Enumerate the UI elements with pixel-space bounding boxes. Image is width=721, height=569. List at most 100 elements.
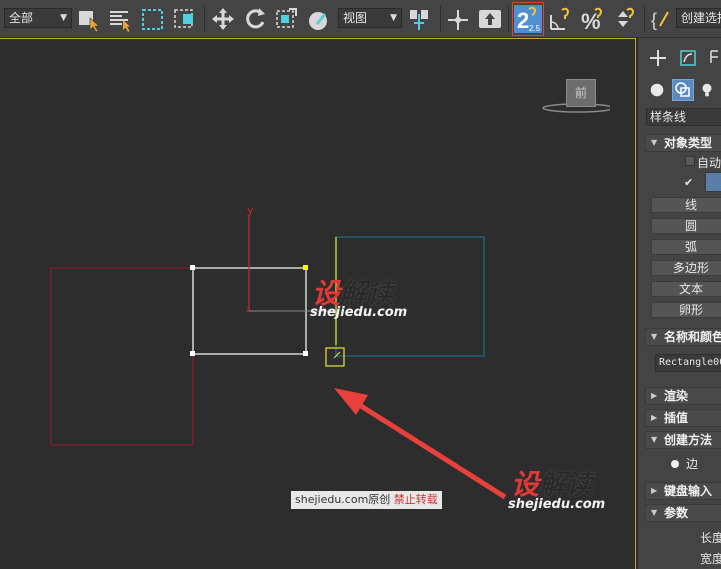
toolbar-separator: [508, 6, 509, 32]
rollout-expand-icon: ▶: [651, 413, 658, 422]
vertex-handle[interactable]: [303, 351, 308, 356]
rendering-title: 渲染: [664, 389, 689, 403]
manipulate-icon: [448, 10, 468, 30]
parameters-rollout[interactable]: ▼ 参数: [645, 504, 721, 522]
spinner-snap-button[interactable]: [610, 4, 638, 34]
text-button[interactable]: 文本: [651, 281, 721, 297]
rendering-rollout[interactable]: ▶ 渲染: [645, 387, 721, 405]
angle-snap-button[interactable]: [547, 4, 575, 34]
place-icon: [309, 12, 327, 30]
select-object-button[interactable]: [75, 4, 103, 34]
percent-snap-button[interactable]: %: [579, 4, 607, 34]
shapes-category-button[interactable]: [672, 79, 694, 101]
reference-coordinate-dropdown[interactable]: 视图 ▼: [338, 8, 402, 28]
rect-selection-icon: [142, 9, 163, 30]
viewcube-front-face[interactable]: 前: [566, 79, 596, 107]
shapes-icon: [675, 82, 690, 97]
interpolation-title: 插值: [664, 411, 689, 425]
window-crossing-icon: [174, 9, 193, 28]
window-crossing-button[interactable]: [171, 4, 199, 34]
auto-grid-label: 自动栅格: [697, 156, 721, 170]
toolbar-separator: [440, 6, 441, 32]
front-viewport[interactable]: y z 前 设解读 shejiedu.com 设解读 shejiedu.com: [0, 38, 636, 569]
snap-marker-tick: [333, 351, 341, 359]
toolbar-separator: [644, 6, 645, 32]
rollout-expand-icon: ▶: [651, 391, 658, 400]
svg-text:{: {: [651, 10, 657, 30]
scale-icon: [276, 8, 297, 28]
keyboard-override-icon: [479, 10, 501, 28]
angle-snap-icon: [550, 7, 570, 30]
egg-button[interactable]: 卵形: [651, 302, 721, 318]
geometry-sphere-icon[interactable]: [648, 81, 666, 99]
viewcube[interactable]: 前: [540, 77, 610, 113]
object-type-title: 对象类型: [664, 136, 713, 150]
creation-method-rollout[interactable]: ▼ 创建方法: [645, 431, 721, 449]
line-button[interactable]: 线: [651, 197, 721, 213]
object-type-rollout[interactable]: ▼ 对象类型: [645, 134, 721, 152]
name-and-color-rollout[interactable]: ▼ 名称和颜色: [645, 328, 721, 346]
move-icon: [212, 8, 234, 30]
auto-grid-checkbox[interactable]: [685, 156, 695, 166]
red-rectangle-shape[interactable]: [50, 267, 194, 446]
keyboard-entry-title: 键盘输入: [664, 484, 713, 498]
select-by-name-button[interactable]: [106, 4, 134, 34]
edit-named-selection-button[interactable]: {: [648, 4, 676, 34]
lights-bulb-icon[interactable]: [698, 81, 716, 99]
first-vertex-handle[interactable]: [303, 265, 308, 270]
shape-category-dropdown[interactable]: 样条线: [646, 108, 721, 126]
watermark-url: shejiedu.com: [310, 305, 408, 320]
interpolation-rollout[interactable]: ▶ 插值: [645, 409, 721, 427]
rotate-icon: [246, 8, 265, 29]
create-selection-set-text: 创建选择集: [681, 11, 721, 25]
gizmo-y-label: y: [247, 204, 254, 217]
annotation-arrow-shaft: [348, 396, 507, 500]
rollout-expand-icon: ▶: [651, 486, 658, 495]
snaps-toggle-button[interactable]: 2 2.5: [512, 2, 544, 36]
use-pivot-center-button[interactable]: [406, 4, 434, 34]
select-and-rotate-button[interactable]: [241, 4, 269, 34]
edge-radio-label: 边: [686, 457, 699, 471]
snap-2-5d-icon: 2 2.5: [514, 5, 542, 33]
chevron-down-icon: ▼: [60, 13, 67, 23]
rollout-collapse-icon: ▼: [651, 332, 658, 341]
name-and-color-title: 名称和颜色: [664, 330, 721, 344]
pivot-center-icon: [410, 10, 428, 30]
percent-snap-icon: %: [581, 7, 603, 34]
chevron-down-icon: ▼: [390, 13, 397, 23]
modify-tab-icon[interactable]: [678, 48, 698, 68]
annotation-arrow-head: [334, 388, 368, 415]
selection-filter-value: 全部: [9, 11, 34, 25]
parameters-title: 参数: [664, 506, 689, 520]
hierarchy-tab-icon[interactable]: [708, 48, 721, 68]
start-new-shape-checkmark-icon[interactable]: ✔: [684, 176, 693, 189]
select-by-name-icon: [110, 11, 130, 32]
select-and-manipulate-button[interactable]: [444, 4, 472, 34]
selection-filter-dropdown[interactable]: 全部 ▼: [4, 8, 72, 28]
vertex-handle[interactable]: [190, 351, 195, 356]
toolbar-separator: [204, 6, 205, 32]
ngon-button[interactable]: 多边形: [651, 260, 721, 276]
create-category-bar: [638, 78, 721, 104]
edge-radio-button[interactable]: [671, 460, 679, 468]
select-and-place-button[interactable]: [305, 4, 333, 34]
select-and-move-button[interactable]: [209, 4, 237, 34]
keyboard-entry-rollout[interactable]: ▶ 键盘输入: [645, 482, 721, 500]
start-new-shape-button[interactable]: [705, 172, 721, 192]
caption-site: shejiedu.com: [295, 493, 369, 506]
arc-button[interactable]: 弧: [651, 239, 721, 255]
object-name-field[interactable]: Rectangle001: [655, 354, 721, 372]
create-selection-set-field[interactable]: 创建选择集: [676, 8, 721, 28]
keyboard-shortcut-override-button[interactable]: [476, 4, 504, 34]
gizmo-origin-mark: z: [246, 305, 250, 314]
rect-selection-region-button[interactable]: [139, 4, 167, 34]
command-panel-tabs: [638, 44, 721, 74]
named-selection-icon: {: [651, 10, 669, 30]
vertex-handle[interactable]: [190, 265, 195, 270]
create-tab-plus-icon[interactable]: [648, 48, 668, 68]
circle-button[interactable]: 圆: [651, 218, 721, 234]
rollout-collapse-icon: ▼: [651, 508, 658, 517]
copyright-caption: shejiedu.com原创 禁止转载: [291, 491, 442, 509]
select-and-scale-button[interactable]: [272, 4, 300, 34]
svg-text:%: %: [581, 9, 601, 34]
